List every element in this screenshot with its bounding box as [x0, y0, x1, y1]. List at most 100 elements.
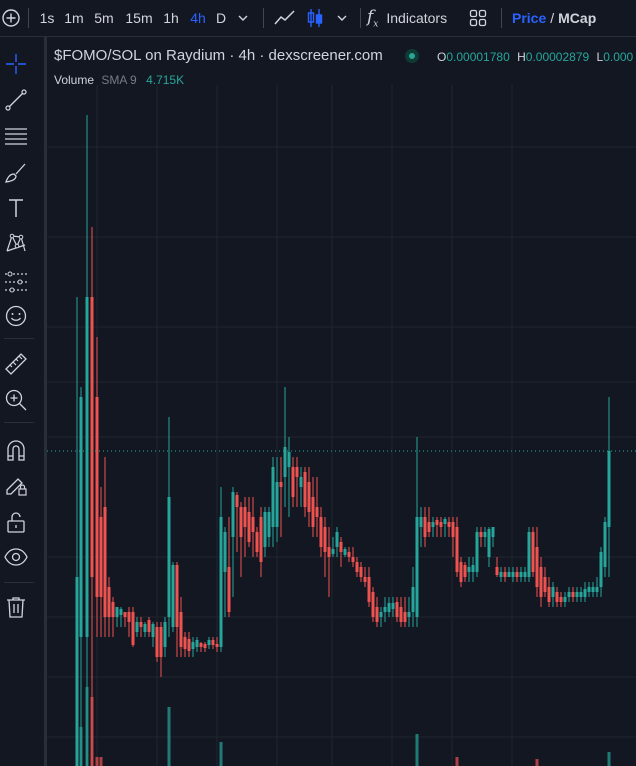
- candle-body: [567, 592, 571, 597]
- chevron-down-icon: [238, 15, 248, 21]
- candle-body: [331, 549, 335, 554]
- toolbar-divider: [263, 8, 264, 28]
- text-tool[interactable]: [4, 196, 28, 220]
- candle-chart-button[interactable]: [300, 0, 330, 36]
- candle-body: [295, 467, 299, 477]
- candle-body: [159, 627, 163, 657]
- volume-bar: [75, 737, 79, 766]
- line-chart-button[interactable]: [270, 0, 300, 36]
- unlock-tool[interactable]: [4, 510, 28, 534]
- timeframe-d[interactable]: D: [213, 0, 229, 36]
- candle-body: [147, 620, 151, 632]
- volume-bar: [85, 687, 89, 766]
- chart-title: $FOMO/SOL on Raydium · 4h · dexscreener.…: [54, 47, 383, 64]
- layouts-button[interactable]: [465, 0, 491, 36]
- live-status-icon: [405, 49, 419, 63]
- candle-body: [535, 547, 539, 587]
- candle-body: [135, 622, 139, 632]
- lock-drawings-tool[interactable]: [4, 473, 28, 497]
- chart-type-dropdown[interactable]: [330, 0, 354, 36]
- crosshair-tool[interactable]: [4, 52, 28, 76]
- candle-body: [411, 587, 415, 612]
- timeframe-5m[interactable]: 5m: [89, 0, 119, 36]
- candle-body: [375, 607, 379, 622]
- zoom-in-tool[interactable]: [4, 388, 28, 412]
- pattern-icon: [6, 233, 26, 252]
- candle-body: [599, 552, 603, 587]
- eye-icon: [4, 548, 28, 566]
- pattern-tool[interactable]: [4, 231, 28, 255]
- price-mcap-toggle[interactable]: Price / MCap: [512, 0, 596, 36]
- candles-icon: [307, 9, 323, 27]
- drawing-toolbar: [0, 37, 47, 766]
- candle-body: [335, 532, 339, 547]
- candle-body: [391, 603, 395, 609]
- candle-body: [183, 637, 187, 649]
- volume-bar: [219, 742, 223, 766]
- candle-body: [347, 552, 351, 557]
- candle-body: [431, 522, 435, 527]
- candle-body: [327, 547, 331, 557]
- mcap-option[interactable]: MCap: [558, 10, 596, 26]
- timeframe-4h[interactable]: 4h: [183, 0, 213, 36]
- volume-bar: [415, 734, 419, 766]
- prediction-tool[interactable]: [4, 269, 28, 293]
- candle-body: [359, 567, 363, 577]
- candle-body: [323, 527, 327, 552]
- candle-body: [315, 507, 319, 517]
- price-option[interactable]: Price: [512, 10, 546, 26]
- top-toolbar: 1s 1m 5m 15m 1h 4h D fx Indicators Price…: [0, 0, 636, 37]
- timeframe-dropdown[interactable]: [229, 0, 257, 36]
- candle-body: [107, 587, 111, 617]
- candle-body: [223, 532, 227, 572]
- add-symbol-button[interactable]: [0, 0, 22, 36]
- fib-retracement-tool[interactable]: [4, 124, 28, 148]
- timeframe-1s[interactable]: 1s: [35, 0, 59, 36]
- candle-body: [163, 622, 167, 647]
- candle-body: [235, 495, 239, 507]
- candle-body: [139, 622, 143, 627]
- volume-label: Volume: [54, 73, 95, 87]
- candlestick-chart[interactable]: [47, 37, 636, 766]
- volume-bar: [90, 697, 94, 766]
- magnet-tool[interactable]: [4, 438, 28, 462]
- candle-body: [563, 597, 567, 602]
- indicators-button[interactable]: fx Indicators: [367, 0, 465, 36]
- remove-drawings-tool[interactable]: [4, 595, 28, 619]
- volume-bar: [607, 752, 611, 766]
- candle-body: [199, 643, 203, 647]
- candle-body: [379, 612, 383, 617]
- brush-tool[interactable]: [4, 161, 28, 185]
- timeframe-15m[interactable]: 15m: [119, 0, 159, 36]
- hide-drawings-tool[interactable]: [4, 545, 28, 569]
- candle-body: [503, 572, 507, 577]
- candle-body: [239, 507, 243, 537]
- indicators-label: Indicators: [386, 10, 448, 26]
- candle-body: [171, 565, 175, 627]
- candle-body: [547, 587, 551, 602]
- chart-pane[interactable]: $FOMO/SOL on Raydium · 4h · dexscreener.…: [47, 37, 636, 766]
- emoji-tool[interactable]: [4, 304, 28, 328]
- candle-body: [595, 587, 599, 592]
- candle-body: [99, 517, 103, 597]
- unlock-icon: [7, 512, 25, 533]
- line-chart-icon: [274, 10, 295, 25]
- open-value: 0.00001780: [446, 50, 510, 64]
- candle-body: [603, 522, 607, 567]
- trend-line-tool[interactable]: [4, 88, 28, 112]
- volume-bar: [535, 759, 539, 766]
- timeframe-1h[interactable]: 1h: [159, 0, 183, 36]
- lock-drawing-icon: [6, 478, 27, 496]
- low-value: 0.000: [603, 50, 634, 64]
- candle-body: [447, 522, 451, 527]
- candle-body: [475, 532, 479, 572]
- candle-body: [519, 572, 523, 577]
- candle-body: [511, 572, 515, 577]
- candle-body: [299, 477, 303, 487]
- timeframe-1m[interactable]: 1m: [59, 0, 89, 36]
- candle-body: [495, 567, 499, 575]
- candle-body: [543, 577, 547, 592]
- candle-body: [167, 497, 171, 617]
- candle-body: [191, 642, 195, 649]
- ruler-tool[interactable]: [4, 352, 28, 376]
